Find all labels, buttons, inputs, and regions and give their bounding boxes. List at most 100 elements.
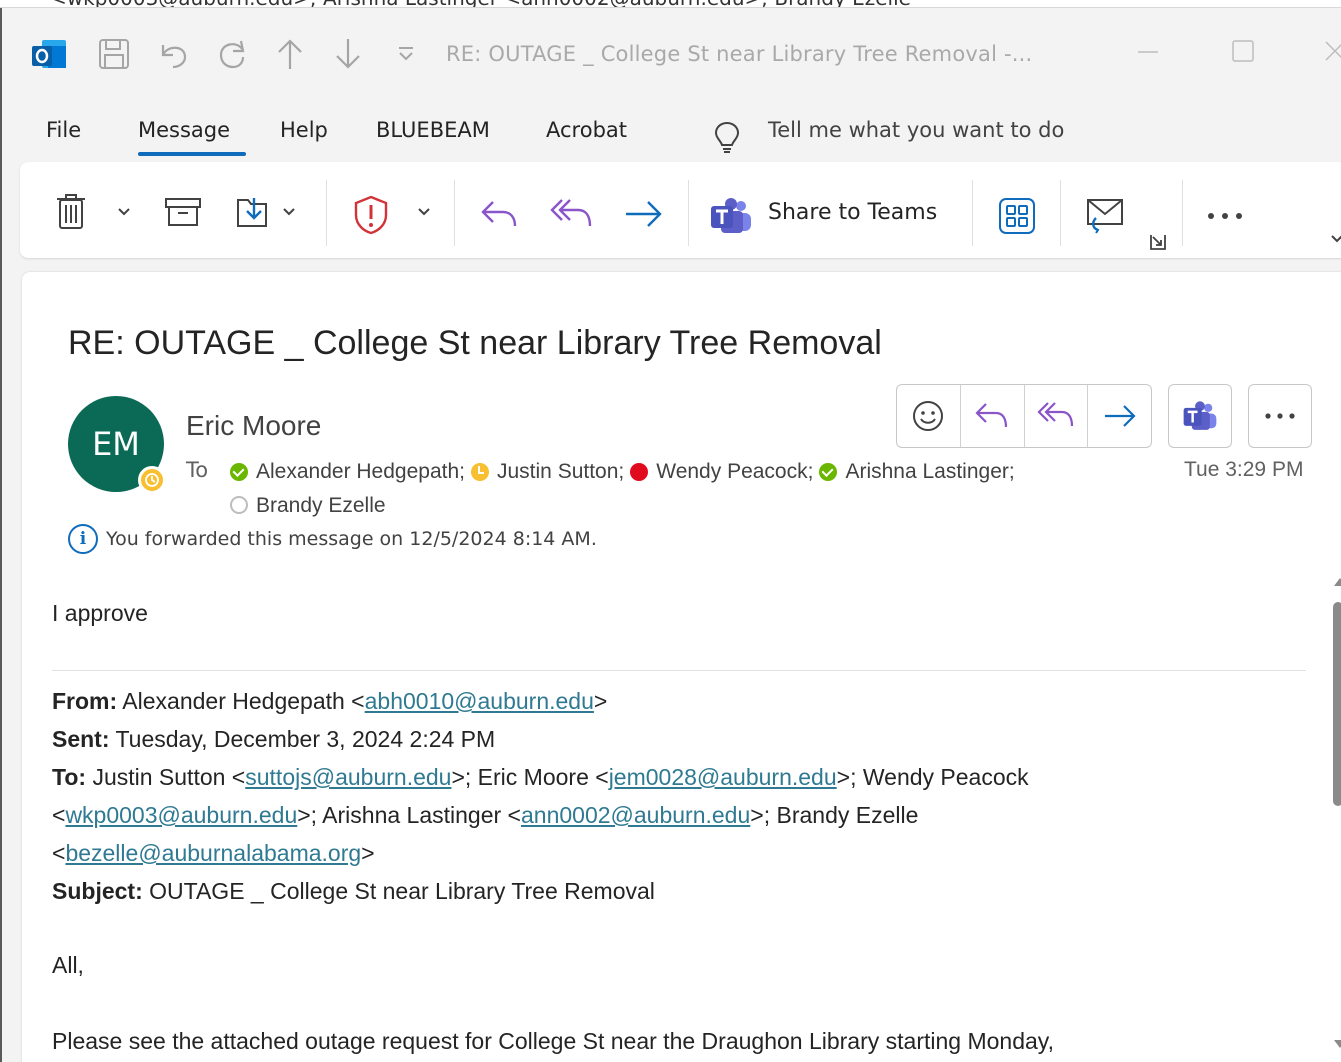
teams-icon[interactable] xyxy=(708,196,754,236)
outlook-icon[interactable] xyxy=(32,38,68,72)
active-tab-indicator xyxy=(138,152,246,156)
forwarded-info-text: You forwarded this message on 12/5/2024 … xyxy=(106,528,597,550)
undo-icon[interactable] xyxy=(154,34,194,74)
mail-sync-icon[interactable] xyxy=(1080,192,1130,236)
ribbon-separator xyxy=(1182,180,1183,246)
more-actions-icon[interactable] xyxy=(1248,384,1312,448)
reply-body-text: I approve xyxy=(52,600,148,626)
archive-icon[interactable] xyxy=(160,192,206,232)
window-title: RE: OUTAGE _ College St near Library Tre… xyxy=(446,42,1033,66)
close-icon[interactable] xyxy=(1322,38,1341,70)
message-window: RE: OUTAGE _ College St near Library Tre… xyxy=(0,8,1341,1062)
forward-icon[interactable] xyxy=(1088,385,1151,447)
quoted-sent-line: Sent: Tuesday, December 3, 2024 2:24 PM xyxy=(52,726,495,753)
message-timestamp: Tue 3:29 PM xyxy=(1184,458,1304,481)
email-link[interactable]: ann0002@auburn.edu xyxy=(521,802,750,828)
offline-status-icon xyxy=(230,496,248,514)
apps-icon[interactable] xyxy=(994,194,1040,238)
recipient-name: Brandy Ezelle xyxy=(256,493,386,517)
reply-all-icon[interactable] xyxy=(1025,385,1089,447)
reply-all-icon[interactable] xyxy=(546,194,596,234)
forward-icon[interactable] xyxy=(620,194,666,234)
react-emoji-icon[interactable] xyxy=(897,385,961,447)
report-dropdown-chevron-icon[interactable] xyxy=(412,200,436,224)
quoted-to-line-continued: <wkp0003@auburn.edu>; Arishna Lastinger … xyxy=(52,802,918,829)
bracket-text: > xyxy=(361,840,375,866)
share-to-teams-button[interactable]: Share to Teams xyxy=(768,200,937,225)
quote-divider xyxy=(52,670,1306,671)
delete-dropdown-chevron-icon[interactable] xyxy=(112,200,136,224)
quoted-to-line: To: Justin Sutton <suttojs@auburn.edu>; … xyxy=(52,764,1029,791)
to-label: To: xyxy=(52,764,87,790)
menu-help[interactable]: Help xyxy=(280,118,328,142)
from-label: From: xyxy=(52,688,118,714)
menu-acrobat[interactable]: Acrobat xyxy=(546,118,627,142)
redo-icon[interactable] xyxy=(212,34,252,74)
teams-icon[interactable] xyxy=(1168,384,1232,448)
bracket-text: > xyxy=(593,688,608,714)
menu-message[interactable]: Message xyxy=(138,118,230,142)
recipient[interactable]: Alexander Hedgepath; xyxy=(230,456,465,487)
scroll-up-arrow-icon[interactable] xyxy=(1334,578,1341,586)
available-status-icon xyxy=(230,462,248,481)
scroll-down-arrow-icon[interactable] xyxy=(1334,1040,1341,1048)
recipient-name: Wendy Peacock; xyxy=(656,460,814,483)
sent-value: Tuesday, December 3, 2024 2:24 PM xyxy=(109,726,496,752)
ribbon-separator xyxy=(688,180,689,246)
busy-status-icon xyxy=(630,462,649,481)
recipient-name: Justin Sutton; xyxy=(497,460,625,483)
recipient[interactable]: Justin Sutton; xyxy=(471,456,624,487)
recipient[interactable]: Brandy Ezelle xyxy=(230,490,386,521)
avatar-initials: EM xyxy=(92,425,140,463)
delete-icon[interactable] xyxy=(50,190,92,232)
email-link[interactable]: wkp0003@auburn.edu xyxy=(65,802,297,828)
customize-icon[interactable] xyxy=(386,34,426,74)
more-icon[interactable] xyxy=(1202,196,1248,236)
reply-icon[interactable] xyxy=(961,385,1025,447)
recipient-list: Alexander Hedgepath; Justin Sutton; Wendy … xyxy=(230,456,1130,523)
email-link[interactable]: jem0028@auburn.edu xyxy=(609,764,837,790)
ribbon-separator xyxy=(454,180,455,246)
move-dropdown-chevron-icon[interactable] xyxy=(278,200,300,224)
ribbon-expand-chevron-icon[interactable] xyxy=(1326,228,1341,250)
minimize-icon[interactable] xyxy=(1134,38,1162,72)
email-link[interactable]: suttojs@auburn.edu xyxy=(245,764,451,790)
report-icon[interactable] xyxy=(350,194,392,236)
to-label: To xyxy=(186,458,209,482)
down-arrow-icon[interactable] xyxy=(328,34,368,74)
recipient[interactable]: Wendy Peacock; xyxy=(630,456,813,487)
email-link[interactable]: bezelle@auburnalabama.org xyxy=(65,840,361,866)
message-action-group xyxy=(896,384,1152,448)
recipient-name: Arishna Lastinger; xyxy=(845,460,1015,483)
quoted-subject-line: Subject: OUTAGE _ College St near Librar… xyxy=(52,878,655,905)
recipient[interactable]: Arishna Lastinger; xyxy=(819,456,1015,487)
message-subject: RE: OUTAGE _ College St near Library Tre… xyxy=(68,324,882,362)
ribbon-separator xyxy=(972,180,973,246)
from-name: Alexander Hedgepath < xyxy=(117,688,365,714)
ribbon-separator xyxy=(1060,180,1061,246)
bracket-text: < xyxy=(52,802,66,828)
recipient-text: >; Brandy Ezelle xyxy=(750,802,919,828)
menu-bluebeam[interactable]: BLUEBEAM xyxy=(376,118,490,142)
recipient-text: Justin Sutton < xyxy=(86,764,246,790)
up-arrow-icon[interactable] xyxy=(270,34,310,74)
menu-file[interactable]: File xyxy=(46,118,81,142)
quoted-body-text: Please see the attached outage request f… xyxy=(52,1028,1054,1054)
maximize-icon[interactable] xyxy=(1230,38,1256,70)
away-clock-icon xyxy=(138,466,166,494)
reply-icon[interactable] xyxy=(476,194,522,234)
move-icon[interactable] xyxy=(232,192,280,232)
save-icon[interactable] xyxy=(94,34,134,74)
sender-name[interactable]: Eric Moore xyxy=(186,410,321,442)
quoted-to-line-end: <bezelle@auburnalabama.org> xyxy=(52,840,375,867)
recipient-text: >; Wendy Peacock xyxy=(836,764,1029,790)
ribbon-toolbar: Share to Teams xyxy=(20,162,1341,258)
tell-me-search[interactable]: Tell me what you want to do xyxy=(768,118,1064,142)
lightbulb-icon xyxy=(714,121,740,153)
email-link[interactable]: abh0010@auburn.edu xyxy=(365,688,594,714)
recipient-text: >; Eric Moore < xyxy=(451,764,609,790)
subject-label: Subject: xyxy=(52,878,143,904)
sent-label: Sent: xyxy=(52,726,110,752)
dialog-launcher-icon[interactable] xyxy=(1146,230,1170,254)
vertical-scrollbar-thumb[interactable] xyxy=(1333,602,1341,806)
